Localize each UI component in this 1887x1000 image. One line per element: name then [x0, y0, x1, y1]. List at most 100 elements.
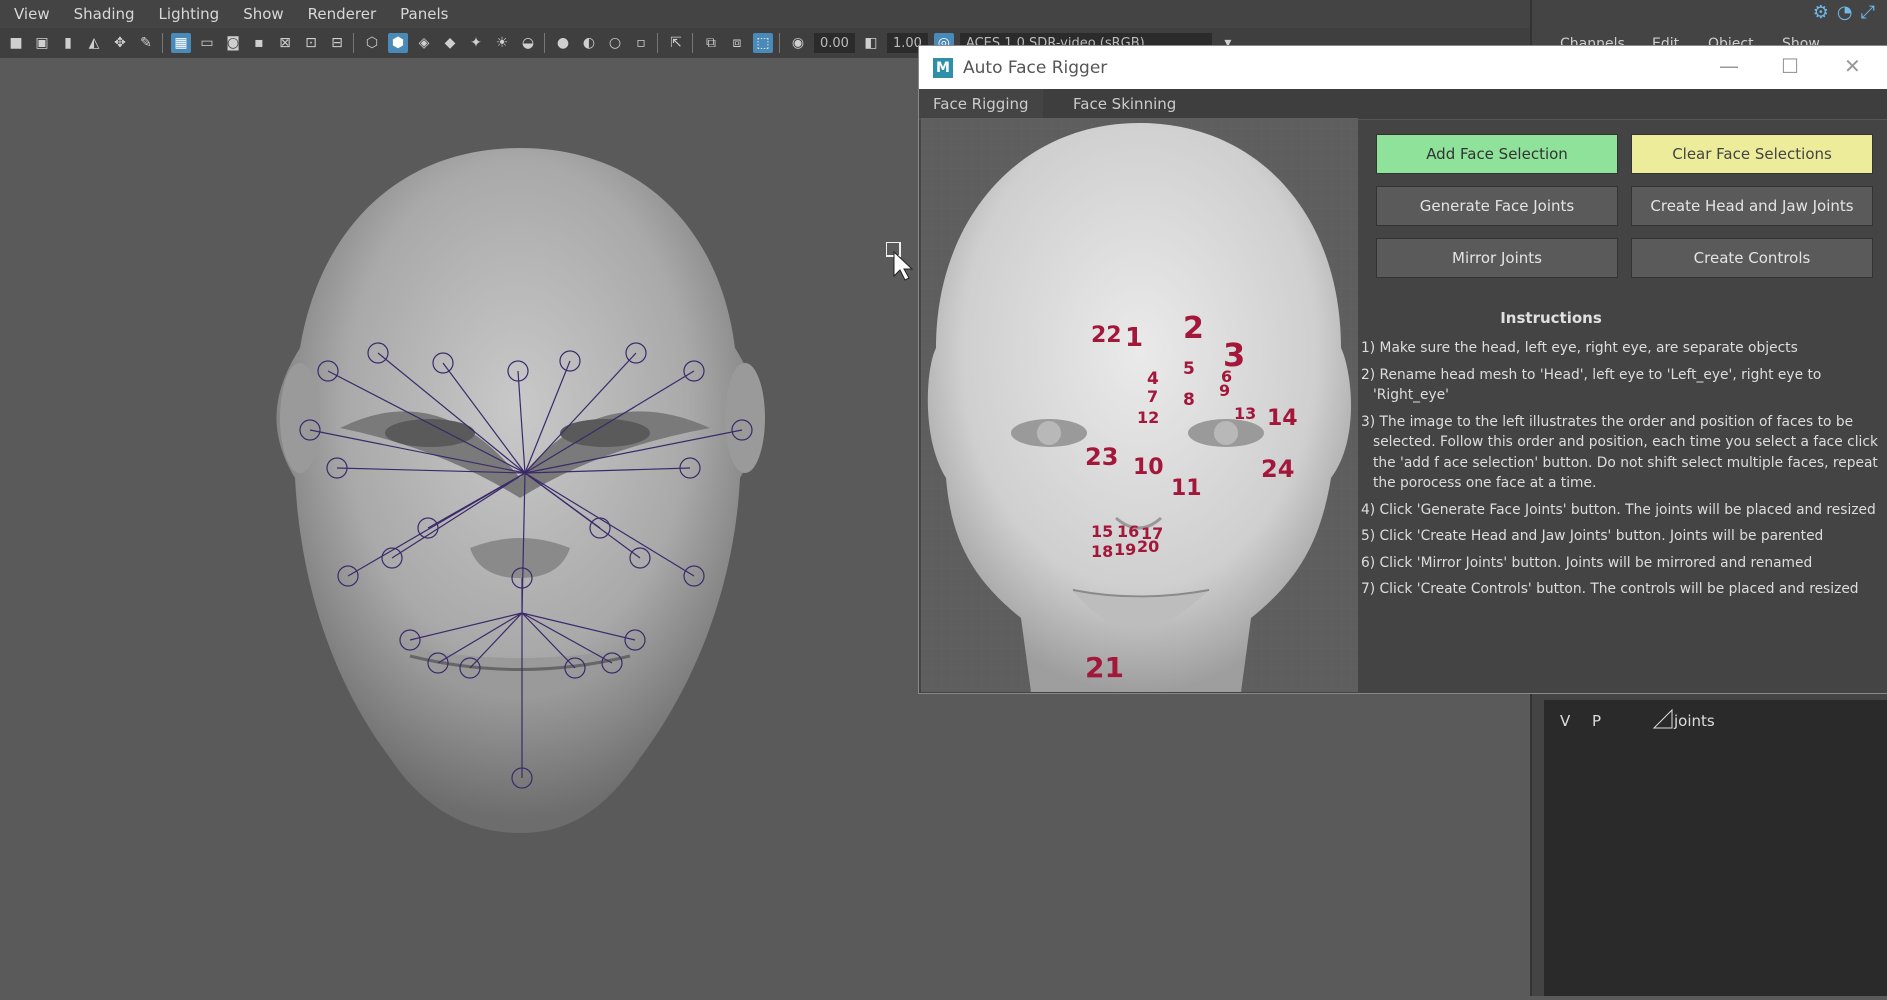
layer-editor — [1544, 700, 1887, 996]
toolbar-divider — [353, 33, 354, 53]
window-title: Auto Face Rigger — [963, 57, 1108, 78]
layer-playback-toggle[interactable]: P — [1592, 712, 1601, 730]
instructions-list: 1) Make sure the head, left eye, right e… — [1361, 338, 1886, 606]
add-face-selection-button[interactable]: Add Face Selection — [1376, 134, 1618, 174]
resolution-gate-icon[interactable]: ◙ — [223, 33, 243, 53]
instruction-item: 2) Rename head mesh to 'Head', left eye … — [1361, 366, 1822, 404]
isolate-select-icon[interactable]: ⇱ — [666, 33, 686, 53]
toolbar-divider — [657, 33, 658, 53]
face-number: 23 — [1085, 443, 1119, 471]
face-number: 24 — [1261, 455, 1295, 483]
textured-icon[interactable]: ◆ — [440, 33, 460, 53]
face-number: 4 — [1147, 369, 1159, 389]
instructions-heading: Instructions — [1500, 309, 1602, 327]
shadows-icon[interactable]: ◒ — [518, 33, 538, 53]
head-mesh — [276, 148, 765, 833]
toolbar-divider — [779, 33, 780, 53]
layer-visibility-toggle[interactable]: V — [1560, 712, 1570, 730]
tab-face-skinning[interactable]: Face Skinning — [1059, 89, 1190, 119]
field-chart-icon[interactable]: ⊠ — [275, 33, 295, 53]
face-number: 22 — [1091, 323, 1122, 348]
layer-color-swatch-icon[interactable] — [1652, 708, 1674, 730]
wireframe-on-shaded-icon[interactable]: ◈ — [414, 33, 434, 53]
viewport-menubar: View Shading Lighting Show Renderer Pane… — [0, 0, 1530, 28]
face-number: 15 — [1091, 522, 1114, 541]
face-number: 20 — [1137, 537, 1160, 556]
image-plane-icon[interactable]: ◭ — [84, 33, 104, 53]
mirror-joints-button[interactable]: Mirror Joints — [1376, 238, 1618, 278]
instruction-item: 7) Click 'Create Controls' button. The c… — [1361, 581, 1859, 597]
lights-icon[interactable]: ☀ — [492, 33, 512, 53]
face-number: 11 — [1171, 476, 1202, 501]
toolbar-divider — [544, 33, 545, 53]
layer-name[interactable]: joints — [1674, 712, 1715, 730]
ambient-occlusion-icon[interactable]: ● — [553, 33, 573, 53]
clear-face-selections-button[interactable]: Clear Face Selections — [1631, 134, 1873, 174]
face-reference-image: 22 1 2 3 4 5 6 7 8 9 10 11 12 13 14 15 1… — [921, 118, 1358, 692]
panel-toggle-icons[interactable]: ⚙◔⤢ — [1813, 2, 1883, 23]
tab-face-rigging[interactable]: Face Rigging — [919, 89, 1043, 119]
instruction-item: 1) Make sure the head, left eye, right e… — [1361, 340, 1798, 356]
face-number: 13 — [1234, 404, 1257, 423]
mouse-cursor-icon — [885, 241, 916, 286]
bookmark-icon[interactable]: ▮ — [58, 33, 78, 53]
generate-face-joints-button[interactable]: Generate Face Joints — [1376, 186, 1618, 226]
anti-aliasing-icon[interactable]: ○ — [605, 33, 625, 53]
maya-logo-icon: M — [933, 57, 953, 78]
face-number: 16 — [1117, 522, 1140, 541]
menu-show[interactable]: Show — [243, 5, 283, 23]
face-number: 14 — [1267, 406, 1298, 431]
instruction-item: 6) Click 'Mirror Joints' button. Joints … — [1361, 554, 1813, 571]
camera-icon[interactable]: ■ — [6, 33, 26, 53]
close-icon[interactable]: ✕ — [1844, 54, 1861, 78]
face-number: 8 — [1183, 390, 1195, 410]
gamma-icon[interactable]: ◧ — [861, 33, 881, 53]
safe-title-icon[interactable]: ⊟ — [327, 33, 347, 53]
toolbar-divider — [692, 33, 693, 53]
create-head-jaw-joints-button[interactable]: Create Head and Jaw Joints — [1631, 186, 1873, 226]
instruction-item: 3) The image to the left illustrates the… — [1361, 413, 1878, 492]
depth-of-field-icon[interactable]: ▫ — [631, 33, 651, 53]
auto-face-rigger-window: M Auto Face Rigger — ☐ ✕ Face Rigging Fa… — [918, 45, 1887, 694]
camera-attributes-icon[interactable]: ▣ — [32, 33, 52, 53]
face-number: 2 — [1183, 311, 1204, 346]
wireframe-icon[interactable]: ⬡ — [362, 33, 382, 53]
exposure-field[interactable]: 0.00 — [814, 33, 855, 53]
face-number: 19 — [1114, 540, 1137, 559]
instruction-item: 4) Click 'Generate Face Joints' button. … — [1361, 501, 1876, 518]
menu-panels[interactable]: Panels — [400, 5, 448, 23]
menu-view[interactable]: View — [14, 5, 50, 23]
face-number: 1 — [1125, 323, 1144, 353]
exposure-icon[interactable]: ◉ — [788, 33, 808, 53]
face-number: 21 — [1085, 651, 1124, 684]
layer-row[interactable]: V P joints — [1544, 704, 1887, 738]
face-number: 12 — [1137, 408, 1160, 427]
gate-mask-icon[interactable]: ▪ — [249, 33, 269, 53]
window-titlebar[interactable]: M Auto Face Rigger — ☐ ✕ — [919, 46, 1887, 89]
face-number: 9 — [1219, 381, 1231, 400]
menu-renderer[interactable]: Renderer — [308, 5, 376, 23]
smooth-shade-icon[interactable]: ⬢ — [388, 33, 408, 53]
grease-pencil-icon[interactable]: ✎ — [136, 33, 156, 53]
menu-lighting[interactable]: Lighting — [159, 5, 220, 23]
face-number: 18 — [1091, 542, 1114, 561]
reference-face-drawing — [921, 118, 1358, 692]
maximize-icon[interactable]: ☐ — [1781, 54, 1799, 78]
xray-joints-icon[interactable]: ⧈ — [727, 33, 747, 53]
motion-blur-icon[interactable]: ◐ — [579, 33, 599, 53]
instruction-item: 5) Click 'Create Head and Jaw Joints' bu… — [1361, 528, 1824, 544]
minimize-icon[interactable]: — — [1719, 54, 1739, 78]
create-controls-button[interactable]: Create Controls — [1631, 238, 1873, 278]
safe-action-icon[interactable]: ⊡ — [301, 33, 321, 53]
two-d-pan-icon[interactable]: ✥ — [110, 33, 130, 53]
use-lights-icon[interactable]: ✦ — [466, 33, 486, 53]
grid-icon[interactable]: ▦ — [171, 33, 191, 53]
toolbar-divider — [162, 33, 163, 53]
xray-icon[interactable]: ⧉ — [701, 33, 721, 53]
tab-bar: Face Rigging Face Skinning — [919, 89, 1887, 120]
xray-active-icon[interactable]: ⬚ — [753, 33, 773, 53]
face-number: 5 — [1183, 359, 1195, 379]
face-number: 10 — [1133, 455, 1164, 480]
menu-shading[interactable]: Shading — [74, 5, 135, 23]
film-gate-icon[interactable]: ▭ — [197, 33, 217, 53]
